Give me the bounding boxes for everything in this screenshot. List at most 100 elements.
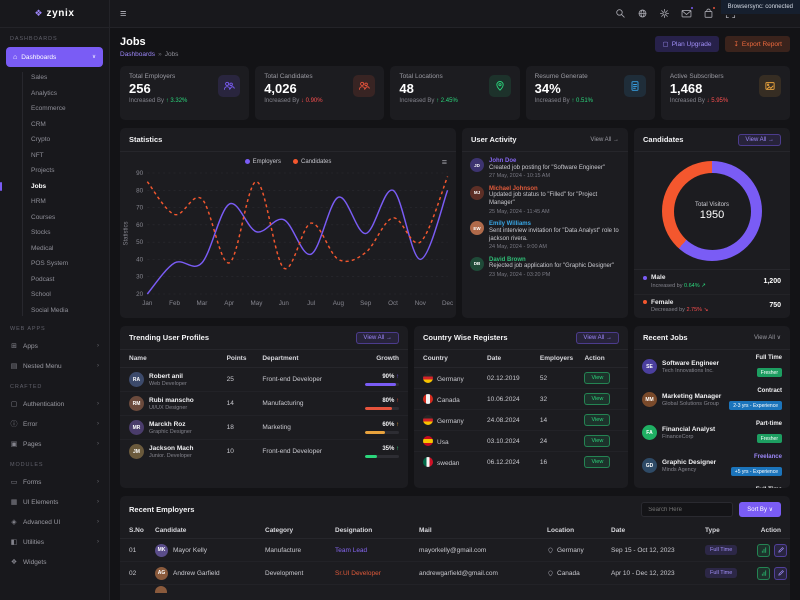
view-all-button[interactable]: View All → [576, 332, 619, 344]
activity-user-name[interactable]: John Doe [489, 158, 605, 164]
view-all-button[interactable]: View All → [356, 332, 399, 344]
donut-center: Total Visitors 1950 [674, 173, 751, 250]
progress-fill [365, 455, 377, 458]
svg-text:Mar: Mar [196, 300, 207, 307]
list-item[interactable]: SE Software Engineer Tech Innovations In… [634, 350, 790, 383]
recent-jobs-header: Recent Jobs View All ∨ [634, 326, 790, 350]
sidebar-item[interactable]: ▭ Forms › [0, 472, 109, 492]
mail-cell: andrewgarfield@gmail.com [419, 570, 547, 577]
table-header: S.No Candidate Category Designation Mail… [120, 523, 790, 539]
sidebar-item[interactable]: ⊞ Apps › [0, 336, 109, 356]
user-activity-panel: User Activity View All → JD John Doe Cre… [462, 128, 628, 318]
list-item[interactable]: GD Graphic Designer Minds Agency Freelan… [634, 449, 790, 482]
breadcrumb-root[interactable]: Dashboards [120, 51, 155, 58]
plan-upgrade-button[interactable]: ▢Plan Upgrade [655, 36, 720, 52]
svg-text:Oct: Oct [388, 300, 398, 307]
sidebar-subitem[interactable]: HRM [0, 194, 109, 210]
logo[interactable]: ❖ zynix [0, 0, 109, 28]
view-button[interactable]: View [584, 393, 610, 405]
sidebar-item[interactable]: ⓘ Error › [0, 414, 109, 434]
activity-user-name[interactable]: David Brown [489, 257, 614, 263]
sidebar-item[interactable]: ▣ Pages › [0, 434, 109, 454]
sidebar-item[interactable]: ❖ Widgets [0, 552, 109, 572]
svg-text:Jul: Jul [307, 300, 315, 307]
table-row: Germany 02.12.2019 52 View [414, 368, 628, 389]
sidebar-item[interactable]: ◈ Advanced UI › [0, 512, 109, 532]
sidebar-subitem[interactable]: Crypto [0, 132, 109, 148]
sidebar-subitem[interactable]: Social Media [0, 303, 109, 319]
sidebar-subitem[interactable]: Courses [0, 210, 109, 226]
sidebar-item-dashboards[interactable]: ⌂ Dashboards ∨ [6, 47, 103, 67]
flag-icon [423, 394, 433, 404]
sidebar-subitem[interactable]: POS System [0, 256, 109, 272]
avatar: JD [470, 158, 484, 172]
sno-cell: 01 [129, 547, 155, 554]
search-icon[interactable] [614, 8, 626, 20]
sidebar-subitem[interactable]: Stocks [0, 225, 109, 241]
menu-toggle-icon[interactable]: ≡ [120, 8, 126, 20]
sidebar-subitem[interactable]: Jobs [0, 179, 109, 195]
avatar: DB [470, 257, 484, 271]
table-row[interactable]: JM Jackson Mach Junior. Developer 10 Fro… [120, 440, 408, 463]
job-type: Full Time [756, 355, 782, 361]
view-button[interactable]: View [584, 456, 610, 468]
search-input[interactable] [641, 502, 733, 517]
export-report-button[interactable]: ↧Export Report [725, 36, 790, 52]
sidebar-subitem[interactable]: Projects [0, 163, 109, 179]
sidebar-subitem-label: NFT [31, 152, 44, 159]
points-cell: 10 [227, 448, 263, 455]
svg-text:Feb: Feb [169, 300, 180, 307]
translate-icon[interactable] [636, 8, 648, 20]
edit-action-button[interactable] [774, 567, 787, 580]
sidebar-subitem[interactable]: Sales [0, 70, 109, 86]
sort-by-button[interactable]: Sort By ∨ [739, 502, 781, 517]
activity-user-name[interactable]: Michael Johnson [489, 186, 620, 192]
table-row[interactable]: RA Robert anil Web Developer 25 Front-en… [120, 368, 408, 392]
view-button[interactable]: View [584, 414, 610, 426]
panel-title: User Activity [471, 135, 517, 144]
cart-icon[interactable] [702, 8, 714, 20]
view-button[interactable]: View [584, 435, 610, 447]
view-all-link[interactable]: View All → [590, 137, 619, 143]
chart-action-button[interactable] [757, 567, 770, 580]
sidebar-subitem[interactable]: Podcast [0, 272, 109, 288]
activity-user-name[interactable]: Emily Williams [489, 221, 620, 227]
view-all-dropdown[interactable]: View All ∨ [754, 334, 781, 341]
employer-rows: 01 MKMayor Kelly Manufacture Team Lead m… [120, 539, 790, 585]
department-cell: Front-end Developer [262, 448, 343, 455]
activity-item: DB David Brown Rejected job application … [470, 257, 620, 278]
messages-icon[interactable] [680, 8, 692, 20]
table-row[interactable]: MR Marckh Roz Graphic Designer 18 Market… [120, 416, 408, 440]
list-item[interactable]: FA Financial Analyst FinanceCorp Part-ti… [634, 416, 790, 449]
sidebar-subitem[interactable]: Ecommerce [0, 101, 109, 117]
list-item[interactable]: MM Marketing Manager Global Solutions Gr… [634, 383, 790, 416]
sidebar-item[interactable]: ▤ Nested Menu › [0, 356, 109, 376]
topbar: ≡ [110, 0, 800, 28]
sidebar-subitem[interactable]: School [0, 287, 109, 303]
chart-action-button[interactable] [757, 544, 770, 557]
sidebar-subitem[interactable]: CRM [0, 117, 109, 133]
view-button[interactable]: View [584, 372, 610, 384]
panel-title: Trending User Profiles [129, 333, 209, 342]
edit-action-button[interactable] [774, 544, 787, 557]
active-indicator [0, 197, 2, 207]
svg-text:60: 60 [136, 222, 144, 229]
sidebar-item[interactable]: ◧ Utilities › [0, 532, 109, 552]
list-item[interactable]: HM HR Manager Pinoy Tech Full Time 4-5 y… [634, 482, 790, 488]
sidebar-subitem[interactable]: NFT [0, 148, 109, 164]
department-cell: Front-end Developer [262, 376, 343, 383]
table-row[interactable]: RM Rubi manscho UI/UX Designer 14 Manufa… [120, 392, 408, 416]
sidebar-subitem-label: Medical [31, 245, 53, 252]
view-all-button[interactable]: View All → [738, 134, 781, 146]
sidebar-subitem[interactable]: Medical [0, 241, 109, 257]
chart-menu-icon[interactable]: ≡ [442, 158, 447, 167]
action-cell [757, 544, 787, 557]
sidebar-subitem-label: Sales [31, 74, 47, 81]
sidebar-item[interactable]: ▦ UI Elements › [0, 492, 109, 512]
sno-cell: 02 [129, 570, 155, 577]
sidebar-item[interactable]: ▢ Authentication › [0, 394, 109, 414]
settings-gear-icon[interactable] [658, 8, 670, 20]
sidebar-webapps-list: ⊞ Apps › ▤ Nested Menu › [0, 336, 109, 376]
sidebar-subitem[interactable]: Analytics [0, 86, 109, 102]
donut-center-value: 1950 [700, 209, 724, 221]
